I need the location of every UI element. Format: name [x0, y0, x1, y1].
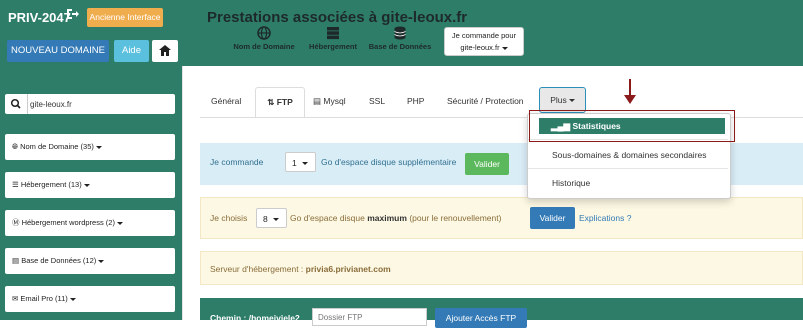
order-extra-submit-button[interactable]: Valider [465, 153, 509, 175]
menu-divider [528, 168, 728, 169]
sort-icon: ⇅ [267, 97, 275, 107]
sidebar-item-wordpress[interactable]: Ⓜ Hébergement wordpress (2) [5, 210, 175, 236]
nav-database[interactable]: Base de Données [362, 26, 438, 51]
tab-plus-label: Plus [550, 95, 567, 105]
server-value: privia6.privianet.com [305, 264, 391, 274]
old-interface-button[interactable]: Ancienne Interface [87, 8, 163, 27]
database-icon: ▤ [12, 256, 20, 265]
globe-icon [257, 26, 271, 40]
ftp-path-label: Chemin : /homeivjele2 [210, 313, 300, 323]
tab-php[interactable]: PHP [407, 95, 424, 117]
chevron-down-icon [116, 221, 123, 225]
sidebar-item-domains[interactable]: 🌐︎ Nom de Domaine (35) [5, 134, 175, 160]
tab-general[interactable]: Général [211, 95, 241, 117]
sidebar-item-label: Hébergement wordpress (2) [21, 218, 115, 227]
order-extra-prefix: Je commande [210, 157, 264, 167]
tab-ftp[interactable]: ⇅ FTP [255, 87, 305, 118]
account-id: PRIV-2047 [8, 10, 71, 25]
order-extra-qty: 1 [292, 158, 297, 168]
search-input[interactable] [30, 94, 170, 114]
choose-max-prefix: Je choisis [210, 213, 248, 223]
tab-security[interactable]: Sécurité / Protection [447, 95, 524, 117]
server-icon: ☰ [12, 180, 19, 189]
choose-max-qty: 8 [263, 214, 268, 224]
tab-mysql[interactable]: ▤ Mysql [313, 95, 346, 117]
choose-max-suffix: Go d'espace disque maximum (pour le reno… [290, 213, 501, 223]
server-info: Serveur d'hébergement : privia6.priviane… [210, 264, 391, 274]
sidebar-item-label: Nom de Domaine (35) [20, 142, 94, 151]
annotation-arrow-icon [623, 79, 637, 107]
annotation-highlight-box [529, 110, 735, 142]
sidebar-item-databases[interactable]: ▤ Base de Données (12) [5, 248, 175, 274]
explanations-link[interactable]: Explications ? [579, 213, 631, 223]
database-icon [394, 26, 406, 40]
chevron-down-icon [98, 259, 105, 263]
menu-item-history[interactable]: Historique [552, 178, 590, 188]
sidebar-item-hosting[interactable]: ☰ Hébergement (13) [5, 172, 175, 198]
chevron-down-icon [501, 46, 508, 50]
menu-item-subdomains[interactable]: Sous-domaines & domaines secondaires [552, 150, 707, 160]
help-button[interactable]: Aide [114, 40, 149, 62]
nav-hosting[interactable]: Hébergement [295, 26, 371, 51]
page-title: Prestations associées à gite-leoux.fr [207, 9, 468, 26]
order-extra-qty-select[interactable]: 1 [285, 152, 316, 172]
tab-ftp-label: FTP [276, 97, 293, 107]
choose-max-qty-select[interactable]: 8 [256, 208, 287, 228]
server-label: Serveur d'hébergement : [210, 264, 304, 274]
nav-hosting-label: Hébergement [309, 42, 357, 51]
order-for-line1: Je commande pour [451, 31, 517, 40]
chevron-down-icon [83, 183, 90, 187]
globe-icon: 🌐︎ [12, 142, 18, 151]
home-button[interactable] [152, 40, 178, 62]
divider [182, 66, 183, 320]
home-icon [159, 45, 171, 56]
envelope-icon: ✉ [12, 294, 19, 303]
logout-icon[interactable] [66, 8, 80, 22]
chevron-down-icon [95, 145, 102, 149]
tab-mysql-label: Mysql [323, 96, 346, 106]
chevron-down-icon [301, 162, 308, 166]
nav-domain[interactable]: Nom de Domaine [226, 26, 302, 51]
database-icon: ▤ [313, 96, 322, 106]
nav-domain-label: Nom de Domaine [233, 42, 295, 51]
sidebar-item-label: Hébergement (13) [20, 180, 82, 189]
choose-max-submit-button[interactable]: Valider [530, 207, 575, 229]
sidebar-item-email[interactable]: ✉ Email Pro (11) [5, 286, 175, 312]
ftp-folder-input[interactable] [312, 308, 427, 326]
choose-max-suffix-b: (pour le renouvellement) [409, 213, 502, 223]
server-icon [327, 27, 339, 40]
chevron-down-icon [69, 297, 76, 301]
chevron-down-icon [568, 99, 575, 103]
search-icon[interactable] [5, 94, 28, 114]
choose-max-bold: maximum [367, 213, 407, 223]
order-extra-suffix: Go d'espace disque supplémentaire [321, 157, 457, 167]
sidebar-item-label: Base de Données (12) [21, 256, 97, 265]
tab-ssl[interactable]: SSL [369, 95, 385, 117]
add-ftp-button[interactable]: Ajouter Accès FTP [435, 308, 527, 328]
choose-max-suffix-a: Go d'espace disque [290, 213, 365, 223]
nav-database-label: Base de Données [368, 42, 432, 51]
chevron-down-icon [272, 218, 279, 222]
wordpress-icon: Ⓜ [12, 218, 20, 227]
order-for-dropdown[interactable]: Je commande pour gite-leoux.fr [444, 27, 524, 56]
order-for-domain: gite-leoux.fr [460, 43, 500, 52]
new-domain-button[interactable]: NOUVEAU DOMAINE [7, 40, 109, 62]
sidebar-item-label: Email Pro (11) [20, 294, 68, 303]
